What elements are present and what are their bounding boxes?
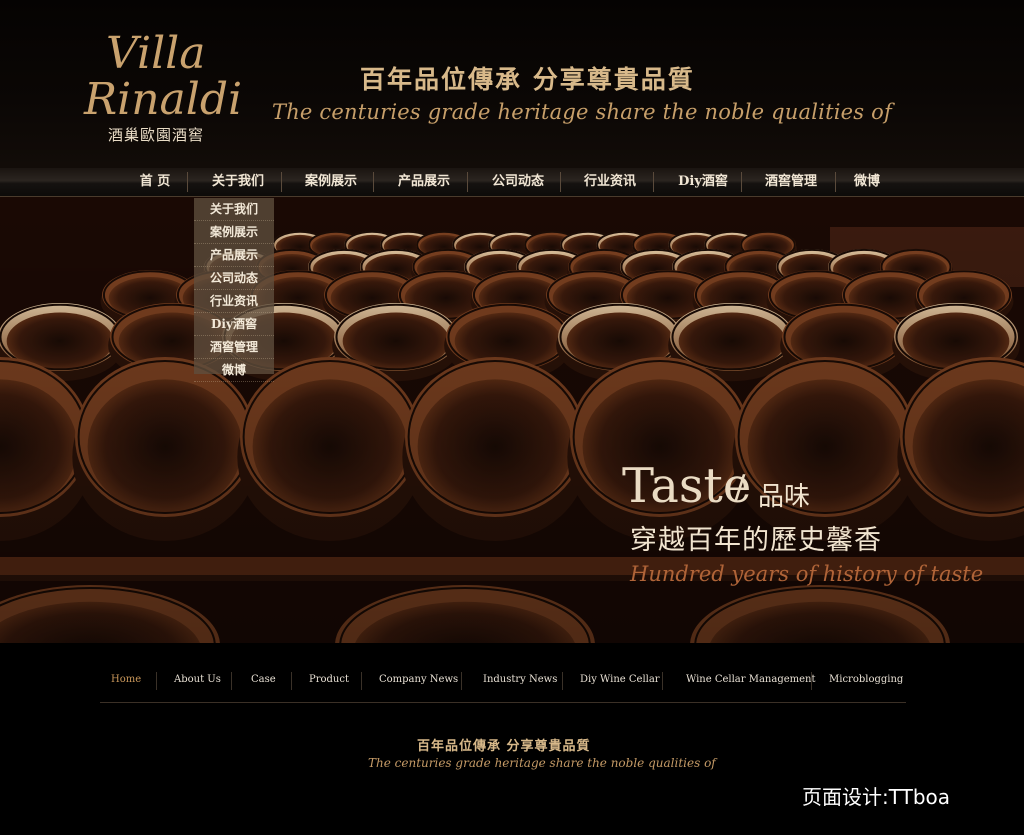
- footer-nav-separator: [562, 672, 563, 690]
- dropdown-item-0[interactable]: 关于我们: [194, 198, 274, 221]
- main-nav-separator: [653, 172, 654, 192]
- main-nav-item-6[interactable]: Diy酒窖: [671, 172, 735, 192]
- logo-subtitle: 酒巢歐園酒窖: [108, 126, 205, 144]
- footer-nav-item-5[interactable]: Industry News: [483, 674, 557, 685]
- footer-slogan-cn: 百年品位傳承 分享尊貴品質: [417, 739, 591, 754]
- footer-nav-item-4[interactable]: Company News: [379, 674, 458, 685]
- tagline-en: Hundred years of history of taste: [630, 562, 984, 586]
- tagline-cn: 穿越百年的歷史馨香: [630, 525, 882, 556]
- main-nav-separator: [560, 172, 561, 192]
- footer-nav-item-1[interactable]: About Us: [174, 674, 221, 685]
- footer-nav-separator: [811, 672, 812, 690]
- footer-nav-separator: [231, 672, 232, 690]
- footer-nav-item-6[interactable]: Diy Wine Cellar: [580, 674, 660, 685]
- footer-nav-item-0[interactable]: Home: [111, 674, 141, 685]
- footer-nav-separator: [291, 672, 292, 690]
- header-slogan-cn: 百年品位傳承 分享尊貴品質: [360, 65, 695, 94]
- dropdown-item-2[interactable]: 产品展示: [194, 244, 274, 267]
- main-nav-separator: [741, 172, 742, 192]
- logo-script: Villa Rinaldi: [83, 28, 242, 124]
- main-nav-item-7[interactable]: 酒窖管理: [759, 172, 823, 192]
- dropdown-item-3[interactable]: 公司动态: [194, 267, 274, 290]
- logo-script-line1: Villa: [106, 28, 205, 79]
- main-nav-separator: [281, 172, 282, 192]
- footer-nav-item-3[interactable]: Product: [309, 674, 349, 685]
- main-nav-separator: [467, 172, 468, 192]
- footer-nav-separator: [461, 672, 462, 690]
- taste-title: Taste: [622, 458, 752, 514]
- main-nav-item-8[interactable]: 微博: [852, 172, 882, 192]
- footer-nav-separator: [361, 672, 362, 690]
- footer-nav-item-8[interactable]: Microblogging: [829, 674, 903, 685]
- footer-slogan-en: The centuries grade heritage share the n…: [368, 756, 716, 770]
- main-nav-item-5[interactable]: 行业资讯: [578, 172, 642, 192]
- dropdown-item-4[interactable]: 行业资讯: [194, 290, 274, 313]
- taste-slash: /: [734, 468, 746, 508]
- dropdown-item-1[interactable]: 案例展示: [194, 221, 274, 244]
- taste-title-cn: 品味: [758, 482, 811, 512]
- footer-nav-item-2[interactable]: Case: [251, 674, 276, 685]
- logo[interactable]: Villa Rinaldi 酒巢歐園酒窖: [80, 24, 250, 144]
- main-nav-item-4[interactable]: 公司动态: [486, 172, 550, 192]
- designer-credit: 页面设计:TTboa: [802, 785, 951, 809]
- main-nav-item-0[interactable]: 首 页: [137, 172, 173, 192]
- dropdown-item-7[interactable]: 微博: [194, 359, 274, 382]
- main-nav-item-2[interactable]: 案例展示: [299, 172, 363, 192]
- main-nav-separator: [373, 172, 374, 192]
- main-nav-item-3[interactable]: 产品展示: [392, 172, 456, 192]
- dropdown-item-6[interactable]: 酒窖管理: [194, 336, 274, 359]
- main-nav-separator: [187, 172, 188, 192]
- footer-nav-item-7[interactable]: Wine Cellar Management: [686, 674, 816, 685]
- header-slogan-en: The centuries grade heritage share the n…: [272, 100, 892, 124]
- footer-nav-separator: [662, 672, 663, 690]
- logo-script-line2: Rinaldi: [83, 74, 242, 124]
- site-header: Villa Rinaldi 酒巢歐園酒窖 百年品位傳承 分享尊貴品質 The c…: [0, 0, 1024, 168]
- footer-nav: Home About Us Case Product Company News Indus…: [100, 668, 906, 703]
- dropdown-item-5[interactable]: Diy酒窖: [194, 313, 274, 336]
- nav-dropdown-menu: 关于我们 案例展示 产品展示 公司动态 行业资讯 Diy酒窖 酒窖管理 微博: [194, 198, 274, 382]
- main-nav-item-1[interactable]: 关于我们: [206, 172, 270, 192]
- main-nav-separator: [835, 172, 836, 192]
- footer-nav-separator: [156, 672, 157, 690]
- main-nav: 首 页 关于我们 案例展示 产品展示 公司动态 行业资讯 Diy酒窖 酒窖管理 微博: [0, 168, 1024, 197]
